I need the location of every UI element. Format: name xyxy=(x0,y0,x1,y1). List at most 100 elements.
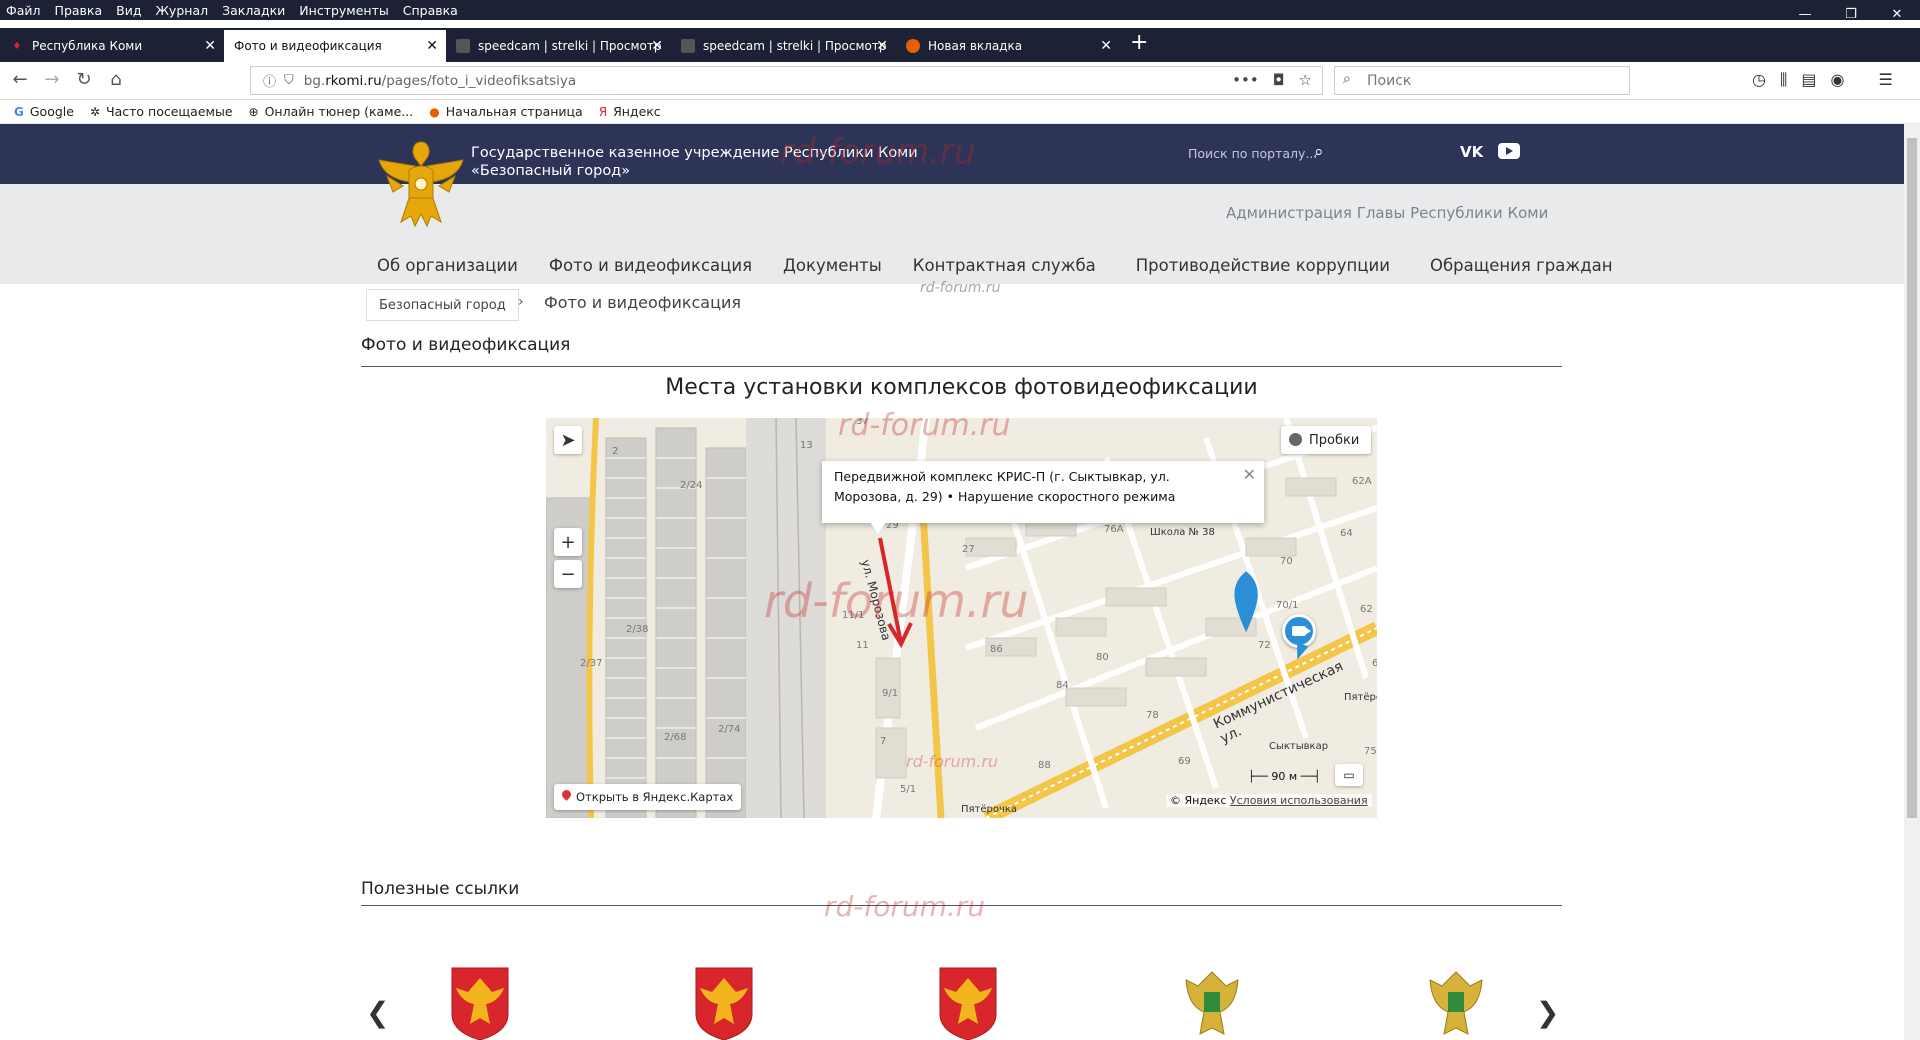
url-domain: rkomi.ru xyxy=(325,72,382,89)
nav-appeals[interactable]: Обращения граждан xyxy=(1430,256,1613,275)
browser-search-input[interactable]: ⌕ Поиск xyxy=(1334,66,1630,95)
reload-icon[interactable]: ↻ xyxy=(70,69,98,93)
forward-arrow-icon[interactable]: → xyxy=(38,69,66,93)
komi-emblem-logo[interactable] xyxy=(692,962,756,1040)
tab-new[interactable]: Новая вкладка ✕ xyxy=(896,30,1120,62)
house-number: 9/1 xyxy=(882,688,899,699)
url-bar[interactable]: ⓘ ⛉ bg. rkomi.ru/pages/foto_i_videofiksat… xyxy=(250,66,1323,95)
tab-speedcam-1[interactable]: speedcam | strelki | Просмотр ✕ xyxy=(446,30,671,62)
watermark: rd-forum.ru xyxy=(780,132,976,172)
menu-view[interactable]: Вид xyxy=(116,3,141,18)
bookmark-tuner[interactable]: ⊕ Онлайн тюнер (каме... xyxy=(249,104,414,119)
page-scrollbar[interactable] xyxy=(1904,124,1920,1040)
tab-foto[interactable]: Фото и видеофиксация ✕ xyxy=(224,30,446,62)
double-eagle-emblem-logo[interactable] xyxy=(1424,962,1488,1040)
nav-contract[interactable]: Контрактная служба xyxy=(913,256,1096,275)
history-clock-icon[interactable]: ◷ xyxy=(1752,70,1766,90)
poi-shop-1[interactable]: Пятёрочка xyxy=(1344,692,1377,703)
carousel-next-icon[interactable]: ❯ xyxy=(1536,996,1559,1029)
close-window-icon[interactable]: ✕ xyxy=(1874,0,1920,28)
traffic-button[interactable]: Пробки xyxy=(1281,426,1371,454)
close-tab-icon[interactable]: ✕ xyxy=(651,38,663,54)
main-nav: Об организации Фото и видеофиксация Доку… xyxy=(377,256,1644,275)
close-balloon-icon[interactable]: ✕ xyxy=(1243,465,1256,485)
zoom-in-icon[interactable]: + xyxy=(554,528,582,556)
watermark: rd-forum.ru xyxy=(838,408,1011,443)
menu-edit[interactable]: Правка xyxy=(55,3,103,18)
back-arrow-icon[interactable]: ← xyxy=(6,69,34,93)
firefox-icon: ● xyxy=(429,104,440,119)
hamburger-menu-icon[interactable]: ☰ xyxy=(1878,70,1892,90)
library-icon[interactable]: ⫼ xyxy=(1780,70,1787,90)
poi-school[interactable]: Школа № 38 xyxy=(1150,527,1215,538)
carousel-prev-icon[interactable]: ❮ xyxy=(366,996,389,1029)
star-bookmark-icon[interactable]: ☆ xyxy=(1299,71,1312,89)
portal-search-input[interactable]: Поиск по порталу... xyxy=(1188,146,1317,161)
search-icon[interactable]: ⌕ xyxy=(1314,142,1324,162)
shield-icon[interactable]: ⛉ xyxy=(284,73,294,88)
house-number: 2/38 xyxy=(626,624,649,635)
page-actions-icon[interactable]: ••• xyxy=(1232,71,1259,89)
komi-emblem-logo[interactable] xyxy=(448,962,512,1040)
search-icon: ⌕ xyxy=(1343,71,1351,87)
minimize-icon[interactable]: — xyxy=(1782,0,1828,28)
tab-komi[interactable]: ♦ Республика Коми ✕ xyxy=(0,30,224,62)
tab-speedcam-2[interactable]: speedcam | strelki | Просмотр ✕ xyxy=(671,30,896,62)
tab-label: Новая вкладка xyxy=(928,39,1023,53)
search-placeholder: Поиск xyxy=(1367,72,1412,89)
menu-history[interactable]: Журнал xyxy=(155,3,208,18)
bookmarks-bar: G Google ✲ Часто посещаемые ⊕ Онлайн тюнер … xyxy=(0,100,1920,124)
new-tab-plus-icon[interactable]: + xyxy=(1130,30,1148,55)
account-icon[interactable]: ◉ xyxy=(1830,70,1844,90)
house-number: 7 xyxy=(880,736,887,747)
house-number: 80 xyxy=(1096,652,1109,663)
bookmark-start[interactable]: ● Начальная страница xyxy=(429,104,582,119)
poi-city[interactable]: Сыктывкар xyxy=(1269,741,1328,752)
tab-label: speedcam | strelki | Просмотр xyxy=(703,39,887,53)
open-in-yandex-button[interactable]: Открыть в Яндекс.Картах xyxy=(554,784,742,810)
youtube-icon[interactable] xyxy=(1498,143,1520,159)
breadcrumb-current: Фото и видеофиксация xyxy=(544,293,742,312)
pocket-icon[interactable]: ◘ xyxy=(1273,71,1285,89)
maximize-icon[interactable]: ❐ xyxy=(1828,0,1874,28)
bookmark-frequent[interactable]: ✲ Часто посещаемые xyxy=(90,104,233,119)
sidebar-icon[interactable]: ▤ xyxy=(1801,70,1816,90)
terms-link[interactable]: Условия использования xyxy=(1230,794,1368,807)
close-tab-icon[interactable]: ✕ xyxy=(876,38,888,54)
home-icon[interactable]: ⌂ xyxy=(102,69,130,93)
menu-help[interactable]: Справка xyxy=(403,3,458,18)
menu-tools[interactable]: Инструменты xyxy=(299,3,388,18)
geolocation-icon[interactable]: ➤ xyxy=(554,426,582,454)
vk-icon[interactable]: VK xyxy=(1460,143,1483,161)
admin-link[interactable]: Администрация Главы Республики Коми xyxy=(1226,204,1548,222)
nav-foto[interactable]: Фото и видеофиксация xyxy=(549,256,752,275)
close-tab-icon[interactable]: ✕ xyxy=(204,38,216,54)
menu-bar: Файл Правка Вид Журнал Закладки Инструме… xyxy=(0,0,1920,20)
menu-bookmarks[interactable]: Закладки xyxy=(222,3,285,18)
breadcrumb-root[interactable]: Безопасный город xyxy=(366,289,519,321)
house-number: 2 xyxy=(612,446,619,457)
house-number: 2/74 xyxy=(718,724,741,735)
ruler-icon[interactable]: ▭ xyxy=(1335,764,1363,786)
poi-shop-2[interactable]: Пятёрочка xyxy=(961,804,1017,815)
nav-anticorruption[interactable]: Противодействие коррупции xyxy=(1136,256,1390,275)
scrollbar-thumb[interactable] xyxy=(1907,138,1917,818)
bookmark-google[interactable]: G Google xyxy=(14,104,74,119)
nav-documents[interactable]: Документы xyxy=(783,256,882,275)
house-number: 62 xyxy=(1360,604,1373,615)
nav-toolbar: ← → ↻ ⌂ ⓘ ⛉ bg. rkomi.ru/pages/foto_i_vid… xyxy=(0,62,1920,100)
menu-file[interactable]: Файл xyxy=(6,3,41,18)
info-icon[interactable]: ⓘ xyxy=(263,71,276,90)
double-eagle-emblem-logo[interactable] xyxy=(1180,962,1244,1040)
zoom-out-icon[interactable]: − xyxy=(554,560,582,588)
map-copyright: © Яндекс Условия использования xyxy=(1166,794,1372,807)
komi-emblem-logo[interactable] xyxy=(936,962,1000,1040)
bookmark-yandex[interactable]: Я Яндекс xyxy=(599,104,661,119)
map-balloon: Передвижной комплекс КРИС-П (г. Сыктывка… xyxy=(822,461,1264,523)
house-number: 70 xyxy=(1280,556,1293,567)
close-tab-icon[interactable]: ✕ xyxy=(426,38,438,54)
komi-crest-logo[interactable] xyxy=(373,136,469,230)
nav-about[interactable]: Об организации xyxy=(377,256,518,275)
yandex-icon: Я xyxy=(598,104,608,119)
close-tab-icon[interactable]: ✕ xyxy=(1100,38,1112,54)
